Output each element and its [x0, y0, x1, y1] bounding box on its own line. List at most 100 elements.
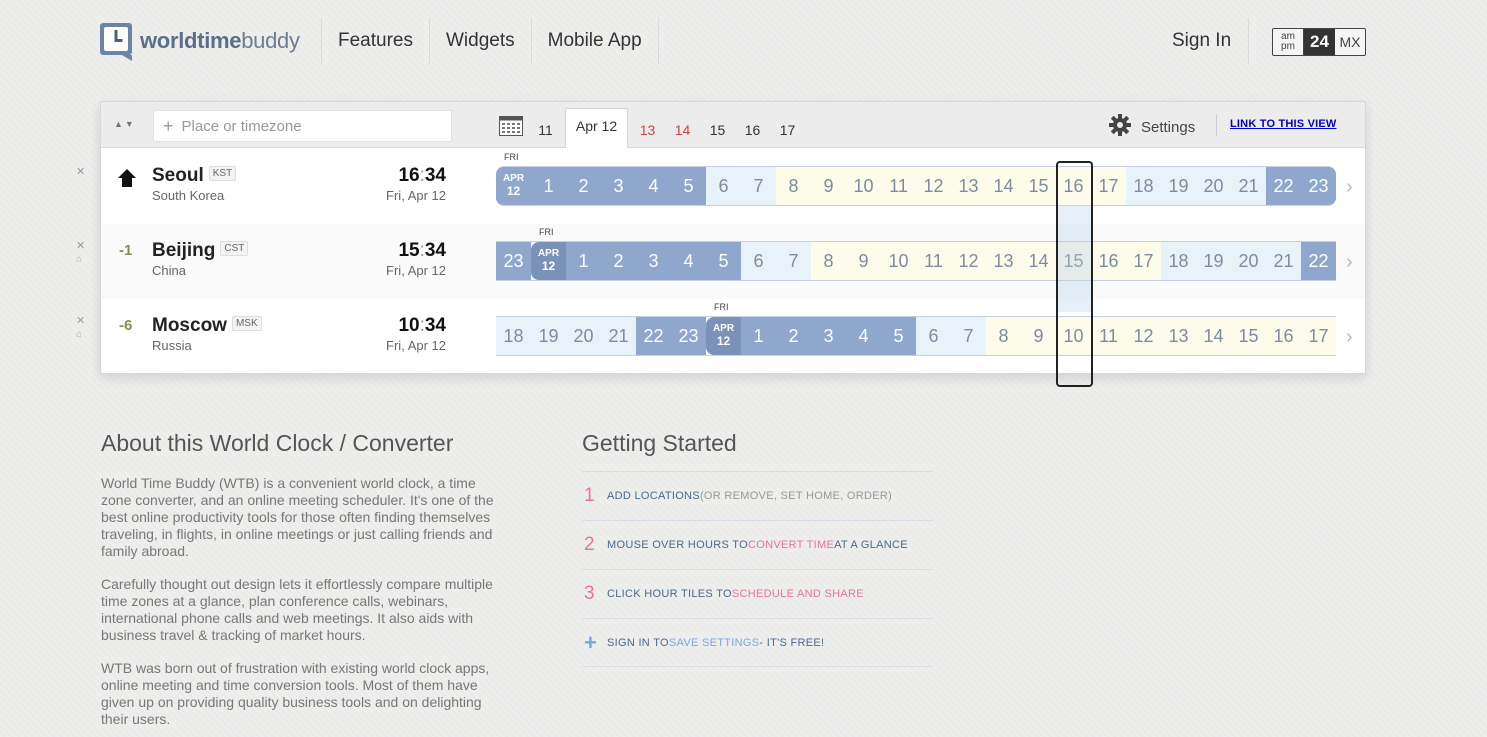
hour-tile[interactable]: APR 12 — [496, 167, 531, 205]
hour-tile[interactable]: 6 — [741, 242, 776, 280]
hour-tile[interactable]: 20 — [1196, 167, 1231, 205]
date-tab[interactable]: 17 — [770, 114, 805, 148]
hour-tile[interactable]: 7 — [741, 167, 776, 205]
search-input[interactable] — [181, 117, 432, 135]
ampm-format-button[interactable]: am pm — [1273, 29, 1304, 55]
nav-mobile-app[interactable]: Mobile App — [530, 18, 659, 64]
hour-tile[interactable]: 23 — [1301, 167, 1336, 205]
hour-tile[interactable]: 3 — [601, 167, 636, 205]
hour-tile[interactable]: 5 — [671, 167, 706, 205]
hour-tile[interactable]: 6 — [916, 317, 951, 355]
hour-tile[interactable]: 17 — [1091, 167, 1126, 205]
hour-tile[interactable]: 16 — [1056, 167, 1091, 205]
hour-tile[interactable]: 21 — [1231, 167, 1266, 205]
hour-tile[interactable]: 2 — [566, 167, 601, 205]
chevron-right-icon[interactable]: › — [1346, 326, 1353, 349]
hour-tile[interactable]: 11 — [916, 242, 951, 280]
hour-tile[interactable]: 3 — [636, 242, 671, 280]
hour-tile[interactable]: 14 — [1021, 242, 1056, 280]
hour-tile[interactable]: 17 — [1126, 242, 1161, 280]
hour-tile[interactable]: 4 — [671, 242, 706, 280]
step-sign-in[interactable]: + SIGN IN TO SAVE SETTINGS - IT'S FREE! — [582, 618, 933, 667]
logo[interactable]: worldtimebuddy — [100, 20, 300, 62]
hour-tile[interactable]: 5 — [706, 242, 741, 280]
hour-tile[interactable]: 18 — [1126, 167, 1161, 205]
date-tab-weekend[interactable]: 13 — [630, 114, 665, 148]
hour-tile[interactable]: 1 — [741, 317, 776, 355]
set-home-icon[interactable]: ⌂ — [76, 329, 82, 340]
hour-tile[interactable]: 18 — [496, 317, 531, 355]
hour-tile[interactable]: 15 — [1231, 317, 1266, 355]
set-home-icon[interactable]: ⌂ — [76, 254, 82, 265]
step-add-locations[interactable]: 1 ADD LOCATIONS (OR REMOVE, SET HOME, OR… — [582, 471, 933, 520]
hour-tile[interactable]: 12 — [1126, 317, 1161, 355]
hour-tile[interactable]: 22 — [636, 317, 671, 355]
hour-tile[interactable]: 6 — [706, 167, 741, 205]
hour-tile[interactable]: 15 — [1056, 242, 1091, 280]
hour-tile[interactable]: 1 — [566, 242, 601, 280]
hour-tile[interactable]: 9 — [1021, 317, 1056, 355]
hour-tile[interactable]: 13 — [951, 167, 986, 205]
hour-tile[interactable]: 18 — [1161, 242, 1196, 280]
hour-tile[interactable]: 10 — [881, 242, 916, 280]
date-tab[interactable]: 15 — [700, 114, 735, 148]
hour-tile[interactable]: 15 — [1021, 167, 1056, 205]
hour-tile[interactable]: 12 — [916, 167, 951, 205]
hour-tile[interactable]: 22 — [1266, 167, 1301, 205]
date-tab-weekend[interactable]: 14 — [665, 114, 700, 148]
hour-tile[interactable]: APR 12 — [706, 317, 741, 355]
hour-tile[interactable]: 10 — [1056, 317, 1091, 355]
hour-tile[interactable]: 13 — [1161, 317, 1196, 355]
hour-tile[interactable]: 3 — [811, 317, 846, 355]
hour-tile[interactable]: 16 — [1266, 317, 1301, 355]
date-tab[interactable]: 16 — [735, 114, 770, 148]
step-schedule-share[interactable]: 3 CLICK HOUR TILES TO SCHEDULE AND SHARE — [582, 569, 933, 618]
hour-tile[interactable]: 8 — [986, 317, 1021, 355]
hour-tile[interactable]: 19 — [531, 317, 566, 355]
hour-tile[interactable]: 19 — [1196, 242, 1231, 280]
hour-tile[interactable]: 4 — [636, 167, 671, 205]
link-to-view[interactable]: LINK TO THIS VIEW — [1230, 118, 1336, 130]
hour-tile[interactable]: 7 — [776, 242, 811, 280]
hour-tile[interactable]: 11 — [1091, 317, 1126, 355]
hour-tile[interactable]: 9 — [846, 242, 881, 280]
hour-tile[interactable]: 21 — [601, 317, 636, 355]
settings-button[interactable]: Settings — [1109, 114, 1195, 140]
hour-tile[interactable]: 12 — [951, 242, 986, 280]
hour-tile[interactable]: 8 — [811, 242, 846, 280]
remove-location-icon[interactable]: ✕ — [76, 314, 85, 327]
hour-tile[interactable]: 20 — [566, 317, 601, 355]
24h-format-button[interactable]: 24 — [1304, 29, 1335, 55]
hour-tile[interactable]: 10 — [846, 167, 881, 205]
hour-tile[interactable]: 8 — [776, 167, 811, 205]
chevron-right-icon[interactable]: › — [1346, 251, 1353, 274]
hour-tile[interactable]: 11 — [881, 167, 916, 205]
calendar-icon[interactable] — [499, 114, 523, 136]
nav-widgets[interactable]: Widgets — [428, 18, 531, 64]
hour-tile[interactable]: 23 — [671, 317, 706, 355]
hour-tile[interactable]: 9 — [811, 167, 846, 205]
hour-tile[interactable]: 13 — [986, 242, 1021, 280]
hour-tile[interactable]: 7 — [951, 317, 986, 355]
hour-tile[interactable]: 21 — [1266, 242, 1301, 280]
mixed-format-button[interactable]: MX — [1335, 29, 1365, 55]
sign-in-link[interactable]: Sign In — [1155, 18, 1250, 64]
hour-tile[interactable]: 23 — [496, 242, 531, 280]
remove-location-icon[interactable]: ✕ — [76, 165, 85, 178]
hour-tile[interactable]: 14 — [1196, 317, 1231, 355]
hour-tile[interactable]: 17 — [1301, 317, 1336, 355]
hour-tile[interactable]: 2 — [776, 317, 811, 355]
hour-tile[interactable]: 14 — [986, 167, 1021, 205]
hour-tile[interactable]: 2 — [601, 242, 636, 280]
hour-tile[interactable]: 22 — [1301, 242, 1336, 280]
sort-arrows-icon[interactable]: ▲▼ — [114, 119, 136, 129]
step-convert-time[interactable]: 2 MOUSE OVER HOURS TO CONVERT TIME AT A … — [582, 520, 933, 569]
remove-location-icon[interactable]: ✕ — [76, 239, 85, 252]
hour-tile[interactable]: 19 — [1161, 167, 1196, 205]
hour-tile[interactable]: 4 — [846, 317, 881, 355]
date-tab[interactable]: 11 — [528, 114, 563, 148]
hour-tile[interactable]: APR 12 — [531, 242, 566, 280]
hour-tile[interactable]: 20 — [1231, 242, 1266, 280]
hour-tile[interactable]: 1 — [531, 167, 566, 205]
chevron-right-icon[interactable]: › — [1346, 176, 1353, 199]
